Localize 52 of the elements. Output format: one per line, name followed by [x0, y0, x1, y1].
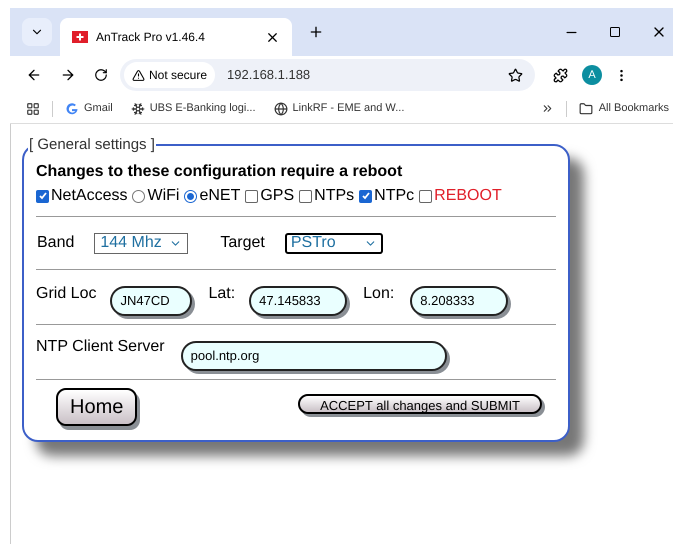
- option-label: NetAccess: [51, 186, 128, 206]
- longitude-field[interactable]: 8.208333: [410, 286, 508, 316]
- radio-button[interactable]: [132, 190, 146, 202]
- longitude-label: Lon:: [363, 284, 394, 304]
- checkbox[interactable]: [419, 190, 432, 202]
- maximize-icon[interactable]: [609, 26, 621, 38]
- back-icon[interactable]: [26, 67, 42, 83]
- option-label: NTPs: [314, 186, 354, 206]
- ntp-server-field[interactable]: pool.ntp.org: [180, 341, 447, 371]
- bookmark-item[interactable]: UBS E-Banking logi...: [130, 100, 256, 117]
- more-bookmarks-icon[interactable]: [540, 102, 554, 115]
- new-tab-icon[interactable]: [308, 24, 324, 40]
- forward-icon[interactable]: [60, 67, 76, 83]
- ntp-server-label: NTP Client Server: [36, 337, 165, 357]
- radio-button[interactable]: [184, 190, 198, 202]
- warning-icon: [132, 68, 145, 82]
- checkbox[interactable]: [245, 190, 258, 202]
- reload-icon[interactable]: [94, 68, 108, 82]
- grid-locator-field[interactable]: JN47CD: [110, 286, 192, 316]
- google-icon: [65, 102, 79, 116]
- profile-avatar[interactable]: A: [582, 65, 602, 85]
- tab-title: AnTrack Pro v1.46.4: [96, 29, 206, 46]
- target-label: Target: [220, 233, 265, 253]
- apps-icon[interactable]: [26, 102, 40, 116]
- latitude-field[interactable]: 47.145833: [249, 286, 348, 316]
- url-text: 192.168.1.188: [227, 66, 312, 84]
- option-label: REBOOT: [434, 186, 502, 206]
- folder-icon: [578, 102, 593, 116]
- option-label: NTPc: [374, 186, 414, 206]
- submit-button[interactable]: ACCEPT all changes and SUBMIT: [298, 394, 542, 414]
- checkbox[interactable]: [36, 190, 49, 202]
- browser-tab[interactable]: AnTrack Pro v1.46.4: [60, 18, 292, 56]
- reboot-heading: Changes to these configuration require a reboot: [36, 162, 404, 182]
- band-label: Band: [37, 233, 74, 253]
- band-dropdown[interactable]: 144 Mhz: [94, 232, 188, 254]
- bookmark-item[interactable]: LinkRF - EME and W...: [274, 100, 404, 117]
- security-chip[interactable]: Not secure: [124, 62, 216, 88]
- target-dropdown[interactable]: PSTro: [284, 232, 383, 254]
- extensions-icon[interactable]: [553, 68, 568, 82]
- all-bookmarks[interactable]: All Bookmarks: [578, 100, 673, 117]
- flag-icon: [72, 31, 88, 43]
- globe-icon: [274, 102, 288, 116]
- checkbox[interactable]: [359, 190, 372, 202]
- bookmark-item[interactable]: Gmail: [65, 100, 113, 117]
- option-label: WiFi: [147, 186, 180, 206]
- option-label: eNET: [199, 186, 240, 206]
- latitude-label: Lat:: [208, 284, 236, 304]
- grid-locator-label: Grid Loc: [36, 284, 96, 304]
- address-bar[interactable]: Not secure 192.168.1.188: [120, 59, 535, 91]
- checkbox[interactable]: [299, 190, 312, 202]
- option-label: GPS: [260, 186, 294, 206]
- bookmark-star-icon[interactable]: [508, 68, 523, 82]
